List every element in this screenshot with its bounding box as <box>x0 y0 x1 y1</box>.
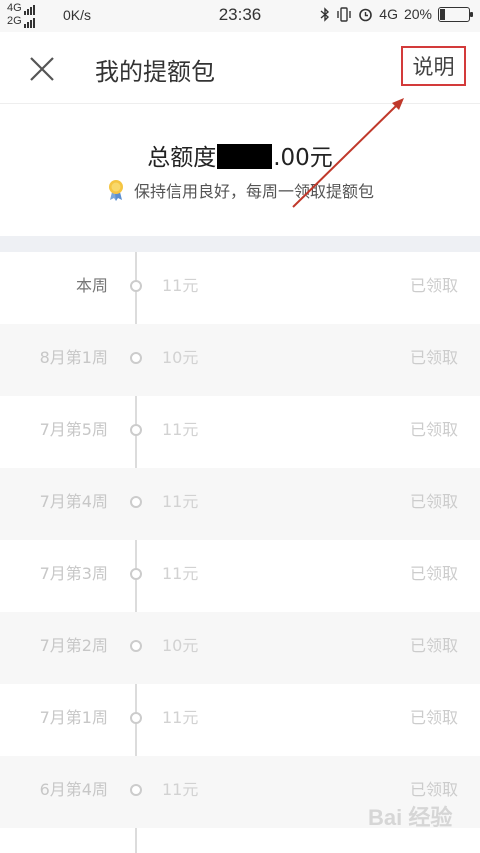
status: 已领取 <box>409 564 458 583</box>
week-label: 6月第4周 <box>39 780 108 799</box>
amount: 10元 <box>162 636 199 655</box>
status: 已领取 <box>409 420 458 439</box>
week-label: 本周 <box>75 276 108 295</box>
tip-text: 保持信用良好，每周一领取提额包 <box>133 182 374 201</box>
close-icon[interactable] <box>28 55 56 83</box>
timeline-dot <box>130 352 142 364</box>
list-item: 7月第5周 11元 已领取 <box>0 396 480 468</box>
battery-percent: 20% <box>403 6 432 22</box>
page-title: 我的提额包 <box>95 58 215 86</box>
amount: 10元 <box>162 348 199 367</box>
tip-text-row: 保持信用良好，每周一领取提额包 <box>0 178 480 202</box>
timeline-dot <box>130 712 142 724</box>
status: 已领取 <box>409 276 458 295</box>
network-type: 4G <box>379 6 398 22</box>
list-item: 7月第2周 10元 已领取 <box>0 612 480 684</box>
timeline-dot <box>130 496 142 508</box>
week-label: 7月第2周 <box>39 636 108 655</box>
status: 已领取 <box>409 708 458 727</box>
weekly-quota-list: 本周 11元 已领取 8月第1周 10元 已领取 7月第5周 11元 已领取 7… <box>0 252 480 853</box>
amount: 11元 <box>162 780 199 799</box>
vibrate-icon <box>337 6 351 22</box>
list-item: 7月第4周 11元 已领取 <box>0 468 480 540</box>
amount: 11元 <box>162 420 199 439</box>
week-label: 7月第1周 <box>39 708 108 727</box>
total-quota: 总额度 .00元 <box>0 138 480 172</box>
week-label: 7月第5周 <box>39 420 108 439</box>
explain-button[interactable]: 说明 <box>401 46 466 86</box>
redacted-amount <box>217 144 273 169</box>
timeline-dot <box>130 640 142 652</box>
status-icons: 4G 20% <box>320 6 473 22</box>
week-label: 7月第4周 <box>39 492 108 511</box>
status-bar: 4G 2G 0K/s 23:36 4G 20% <box>0 0 480 32</box>
watermark: Bai 经验 <box>368 805 453 830</box>
list-item: 7月第3周 11元 已领取 <box>0 540 480 612</box>
quota-summary: 总额度 .00元 保持信用良好，每周一领取提额包 <box>0 104 480 236</box>
alarm-icon <box>359 8 373 21</box>
week-label: 7月第3周 <box>39 564 108 583</box>
status: 已领取 <box>409 492 458 511</box>
amount: 11元 <box>162 492 199 511</box>
list-item: 本周 11元 已领取 <box>0 252 480 324</box>
status: 已领取 <box>409 636 458 655</box>
medal-icon <box>108 180 123 201</box>
timeline-dot <box>130 424 142 436</box>
timeline-dot <box>130 280 142 292</box>
timeline-dot <box>130 784 142 796</box>
section-divider <box>0 236 480 252</box>
timeline-dot <box>130 568 142 580</box>
week-label: 8月第1周 <box>39 348 108 367</box>
bluetooth-icon <box>320 6 330 22</box>
list-item: 7月第1周 11元 已领取 <box>0 684 480 756</box>
amount: 11元 <box>162 564 199 583</box>
total-quota-prefix: 总额度 <box>147 145 217 171</box>
amount: 11元 <box>162 708 199 727</box>
amount: 11元 <box>162 276 199 295</box>
battery-icon <box>438 6 473 22</box>
header: 我的提额包 说明 <box>0 32 480 104</box>
battery-fill <box>440 8 445 20</box>
total-quota-suffix: .00元 <box>273 145 333 171</box>
status: 已领取 <box>409 348 458 367</box>
list-item: 8月第1周 10元 已领取 <box>0 324 480 396</box>
